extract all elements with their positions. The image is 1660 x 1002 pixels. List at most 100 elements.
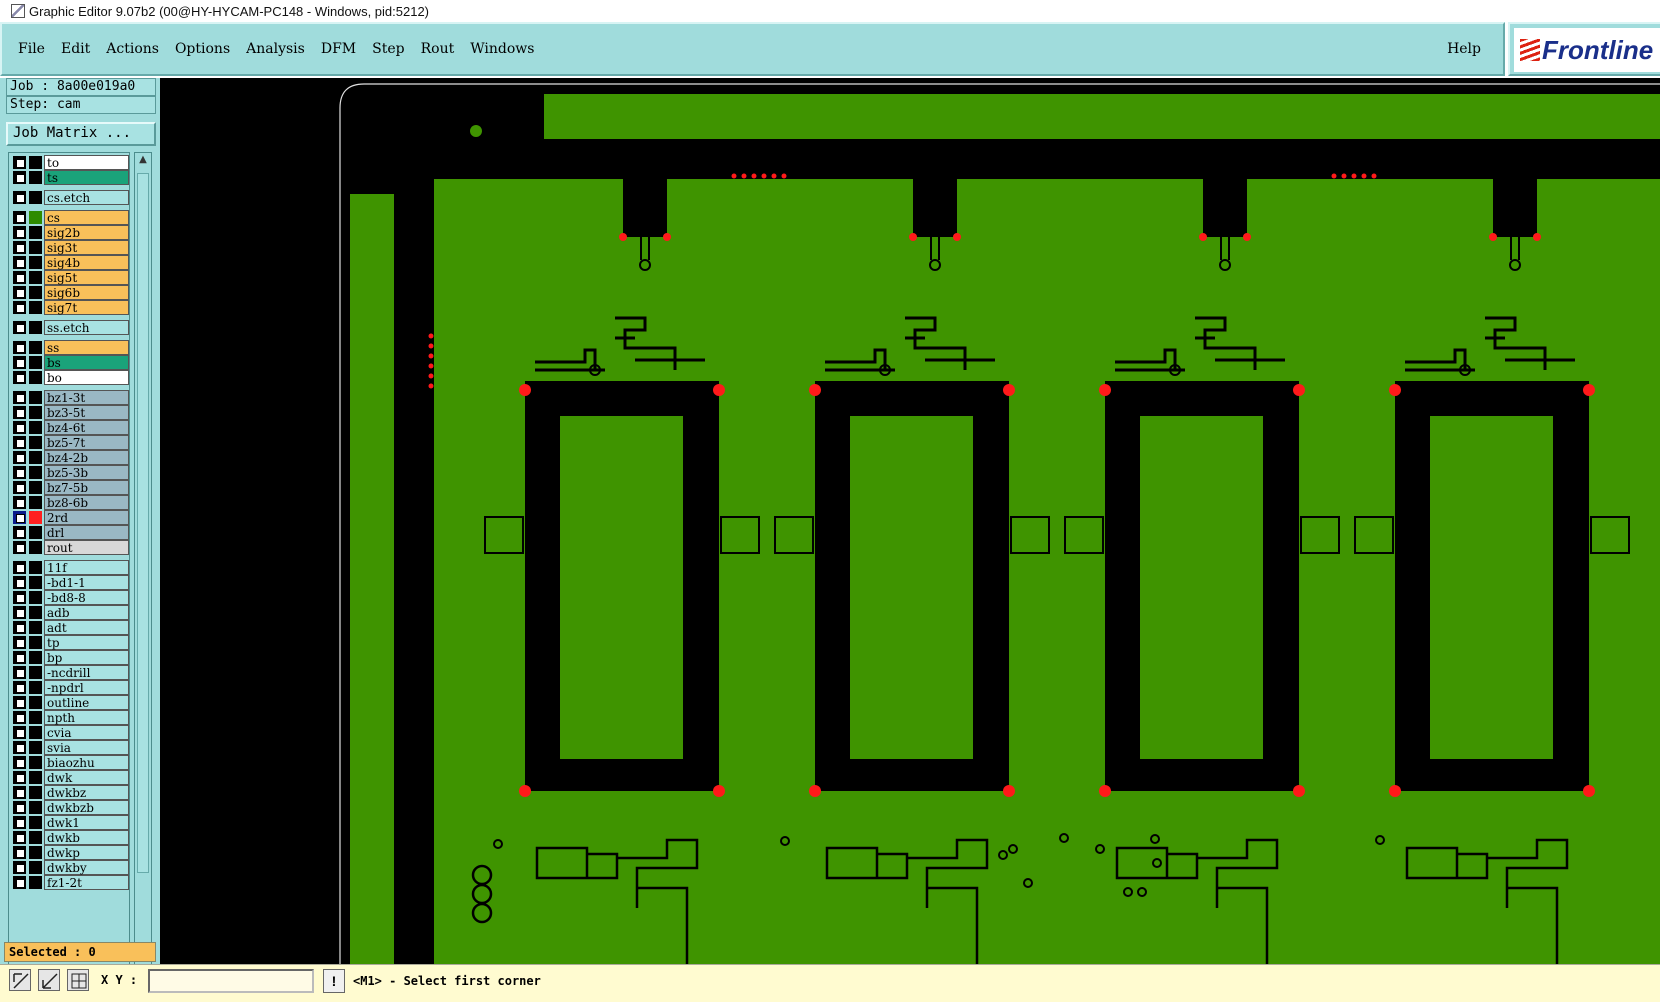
layer-checkbox[interactable] — [13, 831, 26, 844]
layer-row[interactable]: -npdrl — [11, 680, 129, 695]
layer-name[interactable]: drl — [44, 525, 129, 540]
layer-name[interactable]: rout — [44, 540, 129, 555]
layer-checkbox[interactable] — [13, 606, 26, 619]
layer-checkbox[interactable] — [13, 511, 26, 524]
layer-row[interactable]: dwk — [11, 770, 129, 785]
layer-color-swatch[interactable] — [29, 356, 42, 369]
layer-name[interactable]: npth — [44, 710, 129, 725]
layer-name[interactable]: ss — [44, 340, 129, 355]
layer-row[interactable]: sig5t — [11, 270, 129, 285]
layer-color-swatch[interactable] — [29, 451, 42, 464]
layer-name[interactable]: -npdrl — [44, 680, 129, 695]
layer-color-swatch[interactable] — [29, 876, 42, 889]
layer-checkbox[interactable] — [13, 756, 26, 769]
layer-checkbox[interactable] — [13, 421, 26, 434]
measure-icon[interactable] — [38, 969, 60, 991]
layer-row[interactable]: npth — [11, 710, 129, 725]
layer-checkbox[interactable] — [13, 481, 26, 494]
layer-name[interactable]: to — [44, 155, 129, 170]
layer-checkbox[interactable] — [13, 541, 26, 554]
layer-checkbox[interactable] — [13, 156, 26, 169]
layer-row[interactable]: ss — [11, 340, 129, 355]
layer-name[interactable]: ts — [44, 170, 129, 185]
layer-checkbox[interactable] — [13, 436, 26, 449]
grid-snap-icon[interactable] — [67, 969, 89, 991]
layer-name[interactable]: sig7t — [44, 300, 129, 315]
layer-checkbox[interactable] — [13, 406, 26, 419]
layer-color-swatch[interactable] — [29, 191, 42, 204]
layer-row[interactable]: bz8-6b — [11, 495, 129, 510]
layer-checkbox[interactable] — [13, 466, 26, 479]
job-matrix-button[interactable]: Job Matrix ... — [6, 122, 156, 146]
layer-color-swatch[interactable] — [29, 831, 42, 844]
layer-row[interactable]: dwk1 — [11, 815, 129, 830]
layer-checkbox[interactable] — [13, 356, 26, 369]
layer-name[interactable]: bs — [44, 355, 129, 370]
xy-coordinate-input[interactable] — [148, 969, 314, 993]
layer-name[interactable]: dwk1 — [44, 815, 129, 830]
zoom-area-icon[interactable] — [9, 969, 31, 991]
layer-row[interactable]: sig7t — [11, 300, 129, 315]
layer-row[interactable]: tp — [11, 635, 129, 650]
layer-checkbox[interactable] — [13, 171, 26, 184]
layer-row[interactable]: adt — [11, 620, 129, 635]
layer-checkbox[interactable] — [13, 301, 26, 314]
layer-color-swatch[interactable] — [29, 301, 42, 314]
layer-row[interactable]: dwkbzb — [11, 800, 129, 815]
layer-color-swatch[interactable] — [29, 321, 42, 334]
layer-name[interactable]: sig6b — [44, 285, 129, 300]
layer-checkbox[interactable] — [13, 786, 26, 799]
layer-row[interactable]: cs — [11, 210, 129, 225]
layer-color-swatch[interactable] — [29, 341, 42, 354]
layer-checkbox[interactable] — [13, 371, 26, 384]
layer-name[interactable]: sig2b — [44, 225, 129, 240]
layer-color-swatch[interactable] — [29, 636, 42, 649]
layer-name[interactable]: bo — [44, 370, 129, 385]
layer-color-swatch[interactable] — [29, 756, 42, 769]
layer-row[interactable]: -bd1-1 — [11, 575, 129, 590]
pcb-drawing[interactable] — [160, 78, 1660, 964]
layer-color-swatch[interactable] — [29, 391, 42, 404]
layer-checkbox[interactable] — [13, 666, 26, 679]
layer-checkbox[interactable] — [13, 876, 26, 889]
layer-checkbox[interactable] — [13, 286, 26, 299]
layer-name[interactable]: sig5t — [44, 270, 129, 285]
layer-name[interactable]: bz3-5t — [44, 405, 129, 420]
layer-checkbox[interactable] — [13, 561, 26, 574]
layer-color-swatch[interactable] — [29, 421, 42, 434]
scrollbar-thumb[interactable] — [137, 173, 149, 873]
layer-row[interactable]: 2rd — [11, 510, 129, 525]
layer-color-swatch[interactable] — [29, 561, 42, 574]
layer-row[interactable]: adb — [11, 605, 129, 620]
layer-color-swatch[interactable] — [29, 156, 42, 169]
layer-checkbox[interactable] — [13, 256, 26, 269]
layer-checkbox[interactable] — [13, 696, 26, 709]
layer-row[interactable]: bz3-5t — [11, 405, 129, 420]
layer-checkbox[interactable] — [13, 526, 26, 539]
layer-row[interactable]: bz5-7t — [11, 435, 129, 450]
layer-name[interactable]: bp — [44, 650, 129, 665]
layer-row[interactable]: to — [11, 155, 129, 170]
layer-color-swatch[interactable] — [29, 226, 42, 239]
layer-name[interactable]: dwkbz — [44, 785, 129, 800]
layer-checkbox[interactable] — [13, 241, 26, 254]
warning-button[interactable]: ! — [323, 969, 345, 993]
layer-color-swatch[interactable] — [29, 211, 42, 224]
layer-checkbox[interactable] — [13, 621, 26, 634]
scroll-up-icon[interactable]: ▲ — [136, 153, 150, 167]
layer-row[interactable]: dwkb — [11, 830, 129, 845]
layer-name[interactable]: cs.etch — [44, 190, 129, 205]
layer-name[interactable]: ss.etch — [44, 320, 129, 335]
layer-checkbox[interactable] — [13, 341, 26, 354]
layer-row[interactable]: bz1-3t — [11, 390, 129, 405]
layer-color-swatch[interactable] — [29, 436, 42, 449]
layer-color-swatch[interactable] — [29, 621, 42, 634]
layer-name[interactable]: sig4b — [44, 255, 129, 270]
layer-name[interactable]: adb — [44, 605, 129, 620]
layer-color-swatch[interactable] — [29, 846, 42, 859]
layer-checkbox[interactable] — [13, 451, 26, 464]
layer-name[interactable]: bz5-7t — [44, 435, 129, 450]
layer-name[interactable]: adt — [44, 620, 129, 635]
menu-file[interactable]: File — [18, 41, 45, 57]
layer-checkbox[interactable] — [13, 321, 26, 334]
